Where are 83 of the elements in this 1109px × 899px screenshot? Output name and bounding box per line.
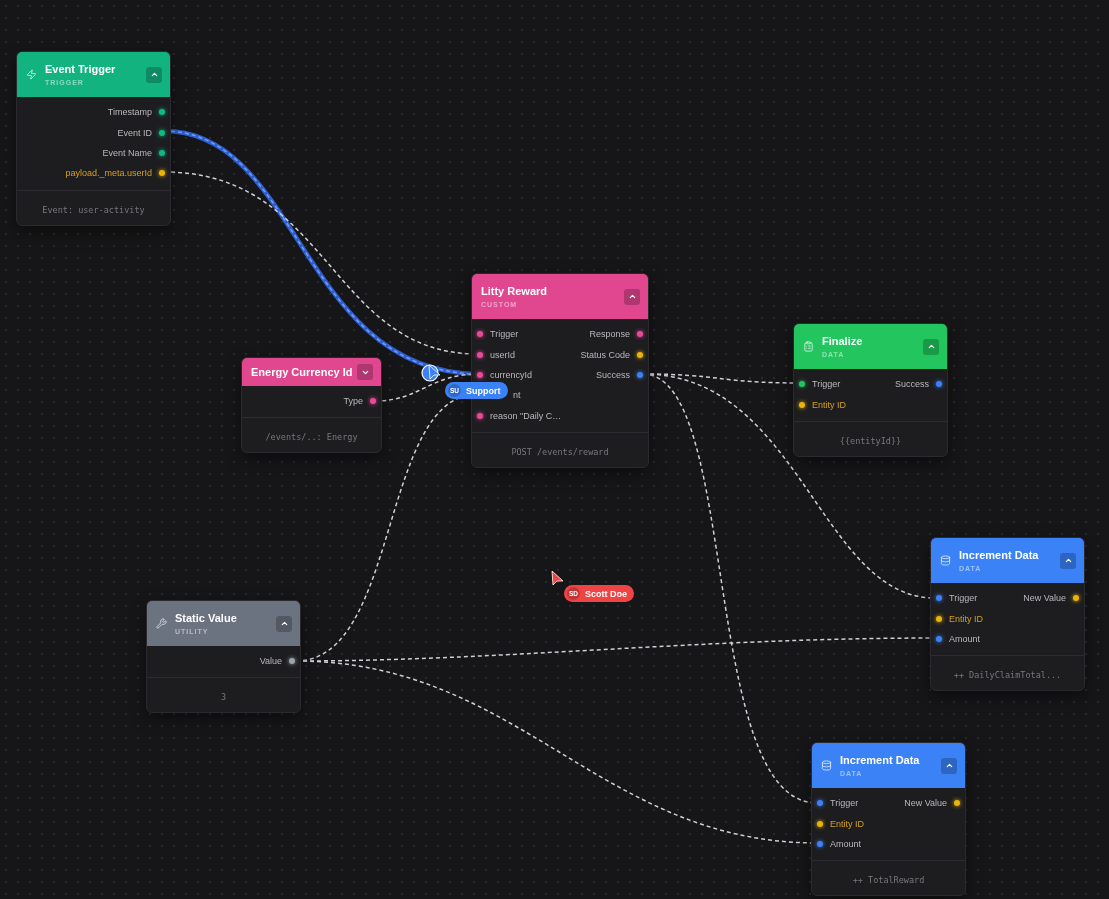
port-dot[interactable] [799, 401, 805, 408]
port-dot[interactable] [817, 820, 823, 827]
node-footer: ++ DailyClaimTotal... [953, 670, 1062, 681]
port-label: Trigger [949, 593, 978, 604]
node-footer: /events/..: Energy [265, 432, 358, 443]
port-label: Timestamp [107, 107, 152, 118]
port-label: New Value [904, 798, 947, 809]
port-dot[interactable] [817, 800, 823, 807]
port-dot[interactable] [936, 595, 942, 602]
port-dot[interactable] [637, 371, 643, 378]
wrench-icon [156, 618, 167, 629]
chevron-up-icon [279, 619, 289, 628]
collapse-button[interactable] [624, 288, 640, 305]
port-dot[interactable] [159, 129, 165, 136]
port-dot[interactable] [159, 109, 165, 116]
node-footer: ++ TotalReward [852, 875, 925, 886]
port-dot[interactable] [936, 635, 942, 642]
node-title: Increment Data [840, 754, 921, 766]
port-label: nt [513, 390, 521, 401]
chevron-up-icon [149, 70, 159, 79]
port-label: currencyId [490, 369, 533, 380]
port-dot[interactable] [477, 331, 483, 338]
node-footer: {{entityId}} [839, 435, 902, 446]
lightning-icon [26, 69, 37, 80]
port-dot[interactable] [477, 351, 483, 358]
port-label: Type [343, 396, 363, 407]
node-title: Finalize [822, 335, 864, 347]
port-label: Amount [830, 838, 862, 849]
port-dot[interactable] [954, 800, 960, 807]
port-dot[interactable] [936, 615, 942, 622]
database-icon [940, 555, 951, 566]
port-label: Success [895, 379, 929, 390]
node-title: Static Value [175, 612, 238, 624]
collapse-button[interactable] [276, 615, 292, 632]
port-label: payload._meta.userId [65, 168, 152, 179]
port-label: Trigger [812, 379, 841, 390]
port-label: Event ID [117, 127, 152, 138]
port-label: Entity ID [812, 399, 846, 410]
node-card[interactable]: Energy Currency Id Type /events/..: Energy [241, 357, 382, 454]
port-label: Event Name [102, 147, 152, 158]
collapse-button[interactable] [941, 757, 957, 774]
collapse-button[interactable] [146, 66, 162, 83]
port-dot[interactable] [477, 412, 483, 419]
collapse-button[interactable] [923, 338, 939, 355]
cursor-icon [551, 570, 565, 586]
node-footer: 3 [220, 692, 227, 703]
port-label: userId [490, 349, 515, 360]
port-dot[interactable] [370, 398, 376, 405]
node-title: Event Trigger [45, 63, 117, 75]
port-dot[interactable] [289, 658, 295, 665]
port-label: Entity ID [830, 818, 864, 829]
port-label: Entity ID [949, 613, 983, 624]
port-label: Success [596, 369, 630, 380]
port-label: Value [259, 656, 282, 667]
node-title: Increment Data [959, 549, 1040, 561]
collapse-button[interactable] [1060, 552, 1076, 569]
port-dot[interactable] [637, 331, 643, 338]
port-dot[interactable] [477, 371, 483, 378]
port-dot[interactable] [799, 381, 805, 388]
node-footer: POST /events/reward [511, 446, 609, 457]
database-icon [821, 760, 832, 771]
clipboard-icon [803, 341, 814, 352]
chevron-up-icon [944, 761, 954, 770]
chevron-up-icon [926, 342, 936, 351]
port-dot[interactable] [817, 840, 823, 847]
port-dot[interactable] [936, 381, 942, 388]
user-name: Scott Doe [585, 588, 627, 599]
chevron-up-icon [627, 292, 637, 301]
port-dot[interactable] [1073, 595, 1079, 602]
port-label: Trigger [490, 329, 519, 340]
node-footer: Event: user-activity [42, 204, 145, 215]
port-label: reason "Daily C… [490, 410, 562, 421]
port-dot[interactable] [637, 351, 643, 358]
port-label: Trigger [830, 798, 859, 809]
chevron-up-icon [1063, 556, 1073, 565]
port-label: Amount [949, 633, 981, 644]
collapse-button[interactable] [357, 364, 373, 380]
port-label: New Value [1023, 593, 1066, 604]
node-title: Litty Reward [481, 285, 548, 297]
port-dot[interactable] [159, 149, 165, 156]
port-dot[interactable] [159, 170, 165, 177]
port-label: Response [589, 329, 630, 340]
port-label: Status Code [580, 349, 630, 360]
